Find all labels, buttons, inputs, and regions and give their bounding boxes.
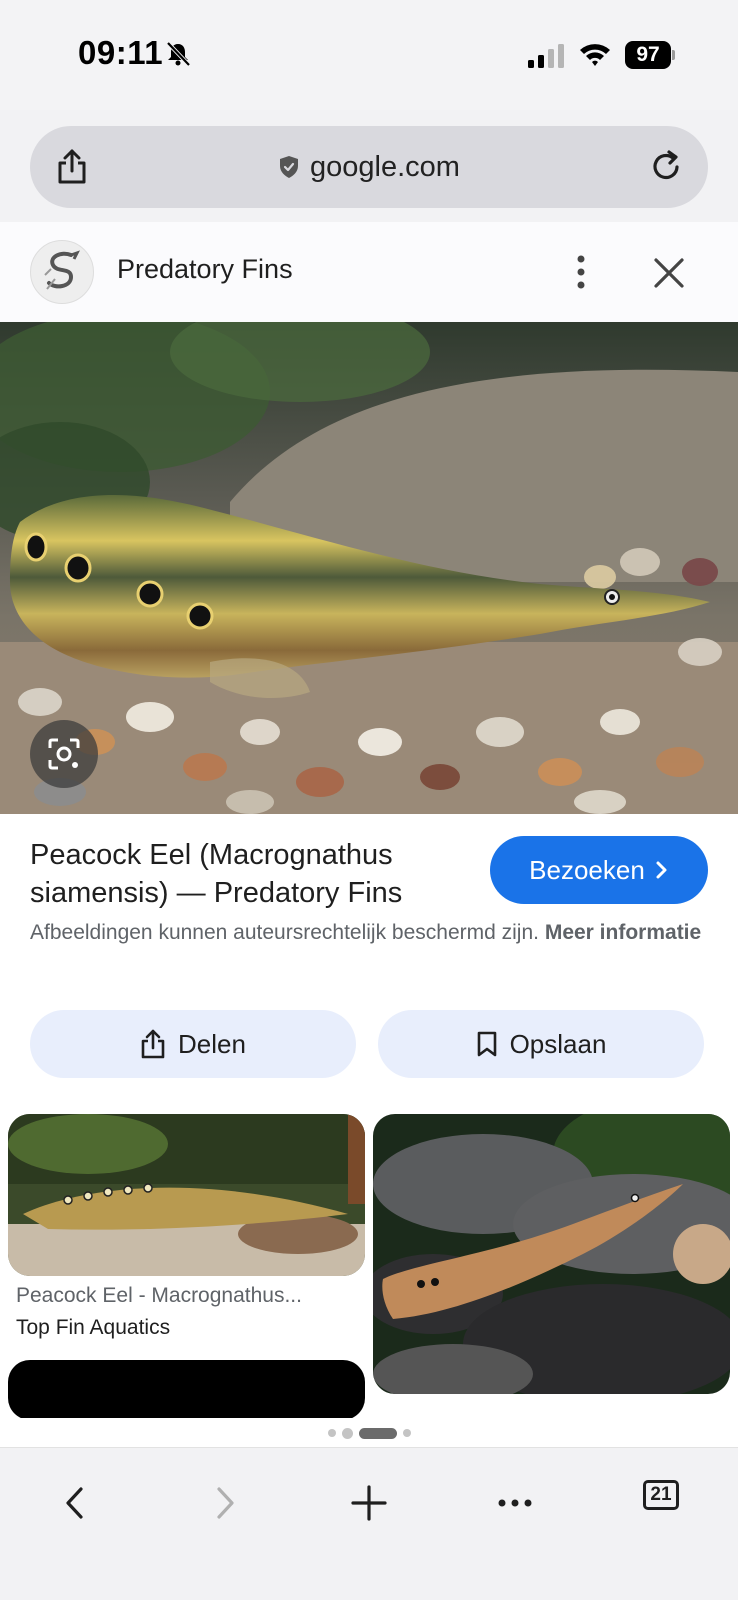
battery-level: 97 <box>625 41 671 69</box>
new-tab-button[interactable] <box>344 1478 394 1528</box>
reload-icon[interactable] <box>648 148 684 186</box>
more-horizontal-icon <box>498 1499 532 1507</box>
chevron-left-icon <box>66 1487 83 1519</box>
related-image[interactable] <box>8 1360 365 1420</box>
related-source: Top Fin Aquatics <box>16 1316 171 1339</box>
more-info-link[interactable]: Meer informatie <box>545 921 701 944</box>
share-label: Delen <box>178 1028 246 1059</box>
pagination-dots <box>0 1418 738 1447</box>
tab-switcher-button[interactable]: 21 <box>643 1480 679 1510</box>
save-label: Opslaan <box>509 1028 607 1059</box>
address-bar[interactable]: google.com <box>30 126 708 208</box>
result-title[interactable]: Peacock Eel (Macrognathus siamensis) — P… <box>30 836 470 912</box>
page-dot <box>327 1429 336 1437</box>
lens-search-button[interactable] <box>30 720 98 788</box>
shield-icon <box>280 156 299 178</box>
bookmark-icon <box>477 1031 496 1057</box>
status-time: 09:11 <box>78 34 164 71</box>
dragon-logo-icon <box>44 250 80 290</box>
related-title[interactable]: Peacock Eel - Macrognathus... <box>16 1284 356 1308</box>
more-options-icon[interactable] <box>566 254 596 290</box>
page-dot <box>341 1427 353 1439</box>
battery-indicator: 97 <box>625 41 675 69</box>
hero-image[interactable] <box>0 322 738 814</box>
lens-icon <box>48 738 80 770</box>
bell-muted-icon <box>166 41 191 67</box>
battery-tip <box>672 50 675 60</box>
site-name[interactable]: Predatory Fins <box>117 254 293 285</box>
copyright-notice: Afbeeldingen kunnen auteursrechtelijk be… <box>30 918 710 948</box>
chevron-right-icon <box>217 1487 234 1519</box>
url-text: google.com <box>310 150 460 183</box>
close-icon[interactable] <box>652 256 686 290</box>
save-button[interactable]: Opslaan <box>378 1010 704 1078</box>
url-display[interactable]: google.com <box>30 126 708 208</box>
share-button[interactable]: Delen <box>30 1010 356 1078</box>
visit-button[interactable]: Bezoeken <box>490 836 708 904</box>
page-dot <box>402 1429 411 1437</box>
plus-icon <box>351 1485 387 1521</box>
status-bar: 09:11 97 <box>0 0 738 110</box>
menu-button[interactable] <box>490 1478 540 1528</box>
related-image[interactable] <box>373 1114 730 1394</box>
cellular-signal-icon <box>528 44 564 68</box>
visit-label: Bezoeken <box>529 854 645 885</box>
sheet-header: Predatory Fins <box>0 222 738 322</box>
back-button[interactable] <box>50 1478 100 1528</box>
share-icon <box>141 1029 165 1059</box>
site-avatar[interactable] <box>30 240 94 304</box>
browser-toolbar: 21 <box>0 1447 738 1600</box>
related-image[interactable] <box>8 1114 365 1276</box>
chevron-right-icon <box>656 861 667 879</box>
forward-button[interactable] <box>200 1478 250 1528</box>
copyright-text: Afbeeldingen kunnen auteursrechtelijk be… <box>30 921 539 944</box>
image-viewer-sheet: Predatory Fins Peacock Eel (Macrognathus… <box>0 222 738 1447</box>
page-dot-active <box>358 1427 397 1439</box>
wifi-icon <box>580 44 610 66</box>
